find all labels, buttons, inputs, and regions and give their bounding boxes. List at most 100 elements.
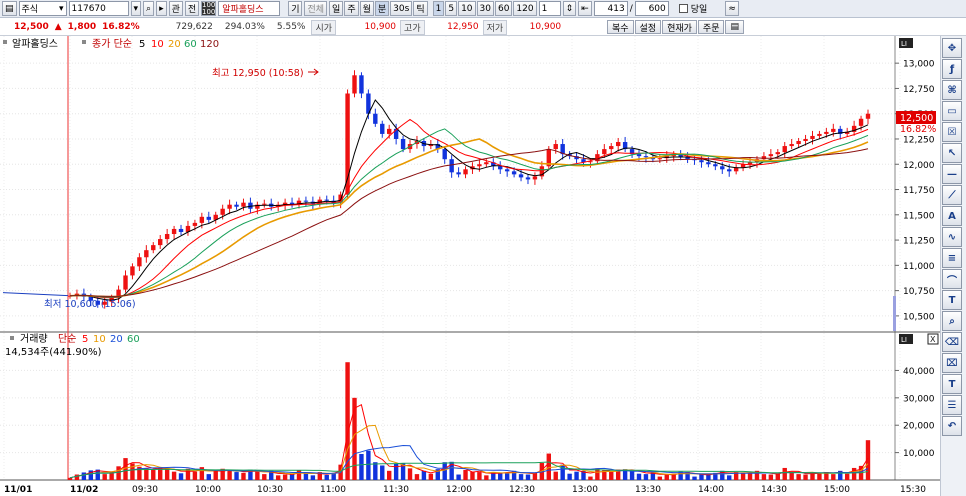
spin-icon[interactable]: ⇕ bbox=[562, 1, 577, 16]
ma-period-5: 5 bbox=[139, 39, 145, 50]
volume-bar bbox=[373, 462, 378, 480]
interval-button[interactable]: 10 bbox=[458, 1, 476, 16]
candle-body bbox=[511, 171, 517, 175]
period-button[interactable]: 일 bbox=[329, 1, 344, 16]
candle-body bbox=[463, 169, 468, 175]
interval-button[interactable]: 30 bbox=[476, 1, 494, 16]
candle-body bbox=[123, 275, 128, 290]
candle-body bbox=[206, 216, 211, 220]
count-total-value: 600 bbox=[648, 3, 666, 14]
volume-bar bbox=[844, 473, 850, 480]
volume-bar bbox=[504, 472, 510, 480]
percent-100-icon[interactable]: 100 100 bbox=[201, 1, 217, 16]
candle-body bbox=[199, 216, 205, 223]
step-back-icon[interactable]: ⇤ bbox=[578, 1, 592, 16]
period-buttons: 일 주 월 분 30s 틱 bbox=[329, 1, 428, 16]
chart-option-icon[interactable]: ≈ bbox=[725, 1, 739, 16]
volume-bar bbox=[234, 472, 239, 480]
period-button[interactable]: 틱 bbox=[413, 1, 428, 16]
series-marker bbox=[3, 40, 7, 44]
high-annotation: 최고 12,950 (10:58) bbox=[212, 68, 304, 79]
candle-body bbox=[380, 123, 385, 134]
current-pct-tag-text: 16.82% bbox=[900, 124, 936, 135]
time-tick-label: 11:00 bbox=[320, 485, 346, 495]
candle-body bbox=[241, 202, 246, 207]
select-tool-icon[interactable]: ☒ bbox=[942, 122, 962, 142]
today-checkbox[interactable]: 당일 bbox=[678, 2, 707, 15]
volume-ratio: 294.03% bbox=[224, 22, 265, 32]
list-tool-icon[interactable]: ☰ bbox=[942, 395, 962, 415]
market-select[interactable]: 주식 ▾ bbox=[18, 1, 67, 16]
interval-button[interactable]: 60 bbox=[494, 1, 513, 16]
text-input-tool-icon[interactable]: T bbox=[942, 374, 962, 394]
volume-bar bbox=[699, 474, 704, 480]
interval-button[interactable]: 120 bbox=[513, 1, 537, 16]
period-button[interactable]: 주 bbox=[344, 1, 359, 16]
rotate-tool-icon[interactable]: ↶ bbox=[942, 416, 962, 436]
erase-all-tool-icon[interactable]: ⌧ bbox=[942, 353, 962, 373]
pattern-tool-icon[interactable]: ⌘ bbox=[942, 80, 962, 100]
count-current-input[interactable]: 413 bbox=[593, 1, 628, 16]
candle-body bbox=[782, 146, 787, 153]
volume-bar bbox=[692, 476, 697, 480]
candle-body bbox=[262, 203, 267, 205]
all-button[interactable]: 전체 bbox=[304, 1, 328, 16]
volume-bar bbox=[144, 468, 149, 480]
time-tick-label: 15:00 bbox=[824, 485, 850, 495]
price-scroll-indicator[interactable] bbox=[893, 296, 896, 331]
gwan-button[interactable]: 관 bbox=[168, 1, 183, 16]
high-value: 12,950 bbox=[447, 22, 479, 32]
volume-bar bbox=[747, 472, 753, 480]
text-box-tool-icon[interactable]: ▭ bbox=[942, 101, 962, 121]
indicator-tool-icon[interactable]: ƒ bbox=[942, 59, 962, 79]
volume-bar bbox=[768, 474, 774, 480]
interval-button[interactable]: 5 bbox=[445, 1, 458, 16]
code-dropdown-icon[interactable]: ▾ bbox=[130, 1, 142, 16]
chart-area[interactable]: 13,000 12,750 12,500 12,250 12,000 11,750 11,5… bbox=[0, 36, 940, 496]
jeon-button[interactable]: 전 bbox=[184, 1, 200, 16]
magnifier-tool-icon[interactable]: ⌕ bbox=[942, 311, 962, 331]
time-tick-label: 13:30 bbox=[635, 485, 661, 495]
play-icon[interactable]: ▸ bbox=[156, 1, 167, 16]
candle-body bbox=[164, 234, 170, 240]
period-button[interactable]: 월 bbox=[359, 1, 374, 16]
volume-bar bbox=[664, 474, 669, 480]
stock-code-input[interactable]: 117670 bbox=[68, 1, 129, 16]
cursor-tool-icon[interactable]: ↖ bbox=[942, 143, 962, 163]
layout-icon[interactable]: ▤ bbox=[725, 20, 744, 34]
line-tool-icon[interactable]: — bbox=[942, 164, 962, 184]
volume-bar bbox=[442, 462, 447, 480]
stock-name-field[interactable]: 알파홀딩스 bbox=[218, 1, 281, 16]
settings-button[interactable]: 설정 bbox=[634, 20, 662, 34]
trend-line-tool-icon[interactable]: ⟋ bbox=[942, 185, 962, 205]
gi-button[interactable]: 기 bbox=[288, 1, 303, 16]
volume-bar bbox=[470, 471, 475, 480]
current-price-button[interactable]: 현재가 bbox=[662, 20, 697, 34]
text-tool-icon[interactable]: T bbox=[942, 290, 962, 310]
volume-bar bbox=[255, 471, 260, 480]
ma-period-60: 60 bbox=[184, 39, 197, 50]
search-icon[interactable]: ⌕ bbox=[143, 1, 155, 16]
cross-tool-icon[interactable]: ✥ bbox=[942, 38, 962, 58]
multiplier-input[interactable]: 1 bbox=[538, 1, 561, 16]
copy-button[interactable]: 복수 bbox=[606, 20, 634, 34]
stock-name-value: 알파홀딩스 bbox=[222, 5, 264, 15]
order-button[interactable]: 주문 bbox=[697, 20, 725, 34]
wave-tool-icon[interactable]: ∿ bbox=[942, 227, 962, 247]
candle-body bbox=[615, 142, 621, 147]
volume-bar bbox=[789, 472, 794, 480]
candle-body bbox=[220, 208, 225, 215]
period-button[interactable]: 30s bbox=[390, 1, 413, 16]
volume-bar bbox=[310, 475, 316, 480]
volume-bar bbox=[421, 470, 427, 480]
count-total-input[interactable]: 600 bbox=[634, 1, 669, 16]
period-button[interactable]: 분 bbox=[374, 1, 390, 16]
chevron-down-icon: ▾ bbox=[58, 3, 64, 14]
auto-trend-tool-icon[interactable]: A bbox=[942, 206, 962, 226]
fibonacci-tool-icon[interactable]: ≡ bbox=[942, 248, 962, 268]
interval-button[interactable]: 1 bbox=[432, 1, 445, 16]
candle-body bbox=[442, 149, 447, 160]
fan-tool-icon[interactable]: ⌒ bbox=[942, 269, 962, 289]
erase-tool-icon[interactable]: ⌫ bbox=[942, 332, 962, 352]
menu-icon[interactable]: ▤ bbox=[2, 1, 17, 16]
